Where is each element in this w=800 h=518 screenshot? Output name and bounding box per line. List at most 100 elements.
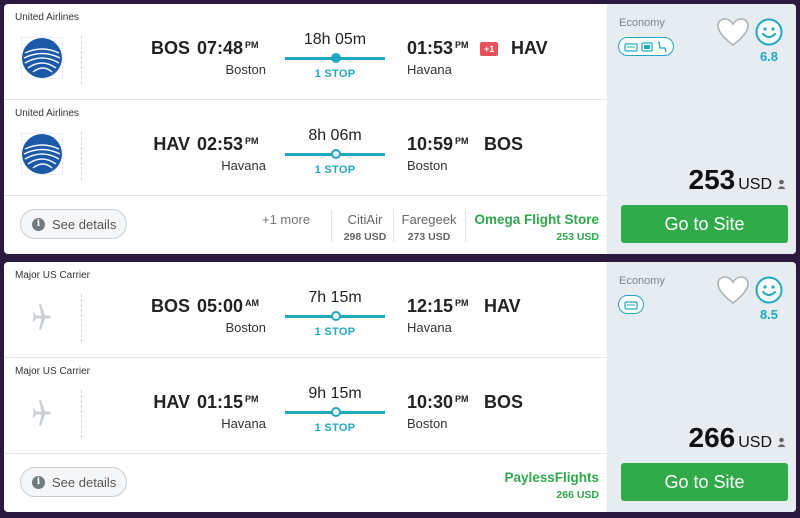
arrival-city: Havana — [407, 62, 452, 77]
stop-marker — [331, 311, 341, 321]
total-price: 253 USD — [689, 164, 787, 196]
arrival-airport-code: BOS — [484, 392, 524, 412]
flight-duration: 7h 15m — [308, 289, 362, 306]
provider-price: 253 USD — [556, 231, 599, 243]
provider-citiair[interactable]: CitiAir 298 USD — [337, 212, 393, 243]
go-to-site-button[interactable]: Go to Site — [621, 205, 788, 243]
per-person-icon — [777, 434, 786, 452]
itinerary-panel: United Airlines BOS 07:48 PM Boston 18h … — [4, 4, 607, 254]
provider-name: Omega Flight Store — [474, 212, 599, 227]
departure-airport-code: HAV — [153, 392, 190, 412]
see-details-button[interactable]: i See details — [20, 467, 127, 497]
favorite-heart-icon[interactable] — [716, 275, 750, 310]
wifi-icon — [624, 42, 638, 52]
united-airlines-logo-icon — [20, 132, 64, 176]
price-panel: Economy 6.8 253 USD Go to Site — [607, 4, 796, 254]
return-leg: Major US Carrier HAV 01:15 PM Havana 9h 1… — [4, 358, 607, 454]
wifi-icon — [624, 300, 638, 310]
arrival-city: Boston — [407, 158, 448, 173]
arrival-city: Havana — [407, 320, 452, 335]
return-leg: United Airlines HAV 02:53 PM Havana 8h 0… — [4, 100, 607, 196]
price-amount: 253 — [688, 164, 736, 195]
amenities-badge[interactable] — [618, 295, 644, 314]
arrival-time: 10:30 PM — [407, 392, 469, 412]
arrival-airport-code: HAV — [511, 38, 548, 58]
go-to-site-button[interactable]: Go to Site — [621, 463, 788, 501]
entertainment-icon — [641, 41, 653, 52]
departure-time: 05:00 AM — [197, 296, 260, 316]
departure-time: 01:15 PM — [197, 392, 259, 412]
departure-city: Havana — [221, 158, 266, 173]
provider-price: 273 USD — [407, 231, 451, 243]
stops-count[interactable]: 1 STOP — [284, 164, 386, 176]
result-footer: i See details PaylessFlights 266 USD — [4, 454, 607, 512]
departure-airport-code: BOS — [150, 38, 190, 58]
flight-duration: 18h 05m — [303, 31, 367, 48]
divider — [81, 294, 82, 342]
see-details-label: See details — [52, 217, 117, 232]
provider-paylessflights[interactable]: PaylessFlights 266 USD — [504, 470, 599, 501]
provider-price: 266 USD — [556, 489, 599, 501]
divider — [81, 36, 82, 84]
see-details-label: See details — [52, 475, 117, 490]
price-amount: 266 — [688, 422, 736, 453]
cabin-class: Economy — [619, 17, 665, 29]
departure-time: 07:48 PM — [197, 38, 259, 58]
stops-count[interactable]: 1 STOP — [284, 326, 386, 338]
price-currency: USD — [738, 176, 772, 193]
carrier-name: Major US Carrier — [15, 366, 91, 377]
provider-name: Faregeek — [401, 212, 457, 227]
price-currency: USD — [738, 434, 772, 451]
rating-score: 6.8 — [759, 49, 779, 64]
departure-airport-code: HAV — [153, 134, 190, 154]
more-providers-link[interactable]: +1 more — [262, 212, 310, 227]
result-footer: i See details +1 more CitiAir 298 USD Fa… — [4, 196, 607, 254]
united-airlines-logo-icon — [20, 36, 64, 80]
favorite-heart-icon[interactable] — [716, 17, 750, 52]
carrier-name: Major US Carrier — [15, 270, 91, 281]
stop-marker — [331, 407, 341, 417]
stop-marker — [331, 53, 341, 63]
divider — [81, 132, 82, 180]
provider-name: PaylessFlights — [504, 470, 599, 485]
price-panel: Economy 8.5 266 USD Go to Site — [607, 262, 796, 512]
departure-city: Boston — [225, 320, 266, 335]
arrival-time: 01:53 PM — [407, 38, 469, 58]
cabin-class: Economy — [619, 275, 665, 287]
amenities-badge[interactable] — [618, 37, 674, 56]
stops-count[interactable]: 1 STOP — [284, 68, 386, 80]
divider — [393, 210, 394, 242]
flight-result-card[interactable]: Major US Carrier BOS 05:00 AM Boston 7h 1… — [4, 262, 796, 512]
departure-city: Boston — [225, 62, 266, 77]
arrival-time: 12:15 PM — [407, 296, 469, 316]
info-icon: i — [32, 476, 45, 489]
departure-city: Havana — [221, 416, 266, 431]
see-details-button[interactable]: i See details — [20, 209, 127, 239]
arrival-airport-code: HAV — [484, 296, 521, 316]
rating-score: 8.5 — [759, 307, 779, 322]
stops-count[interactable]: 1 STOP — [284, 422, 386, 434]
provider-price: 298 USD — [343, 231, 387, 243]
info-icon: i — [32, 218, 45, 231]
flight-duration: 8h 06m — [308, 127, 362, 144]
outbound-leg: United Airlines BOS 07:48 PM Boston 18h … — [4, 4, 607, 100]
divider — [331, 210, 332, 242]
provider-faregeek[interactable]: Faregeek 273 USD — [396, 212, 462, 243]
provider-omega-flight-store[interactable]: Omega Flight Store 253 USD — [474, 212, 599, 243]
carrier-name: United Airlines — [15, 12, 79, 23]
flight-result-card[interactable]: United Airlines BOS 07:48 PM Boston 18h … — [4, 4, 796, 254]
divider — [81, 390, 82, 438]
per-person-icon — [777, 176, 786, 194]
total-price: 266 USD — [689, 422, 787, 454]
arrival-time: 10:59 PM — [407, 134, 469, 154]
arrival-city: Boston — [407, 416, 448, 431]
outbound-leg: Major US Carrier BOS 05:00 AM Boston 7h 1… — [4, 262, 607, 358]
legroom-icon — [658, 41, 667, 52]
airplane-icon — [21, 391, 63, 433]
smiley-score-icon — [755, 18, 783, 51]
departure-airport-code: BOS — [150, 296, 190, 316]
stop-marker — [331, 149, 341, 159]
arrival-airport-code: BOS — [484, 134, 524, 154]
smiley-score-icon — [755, 276, 783, 309]
flight-duration: 9h 15m — [308, 385, 362, 402]
